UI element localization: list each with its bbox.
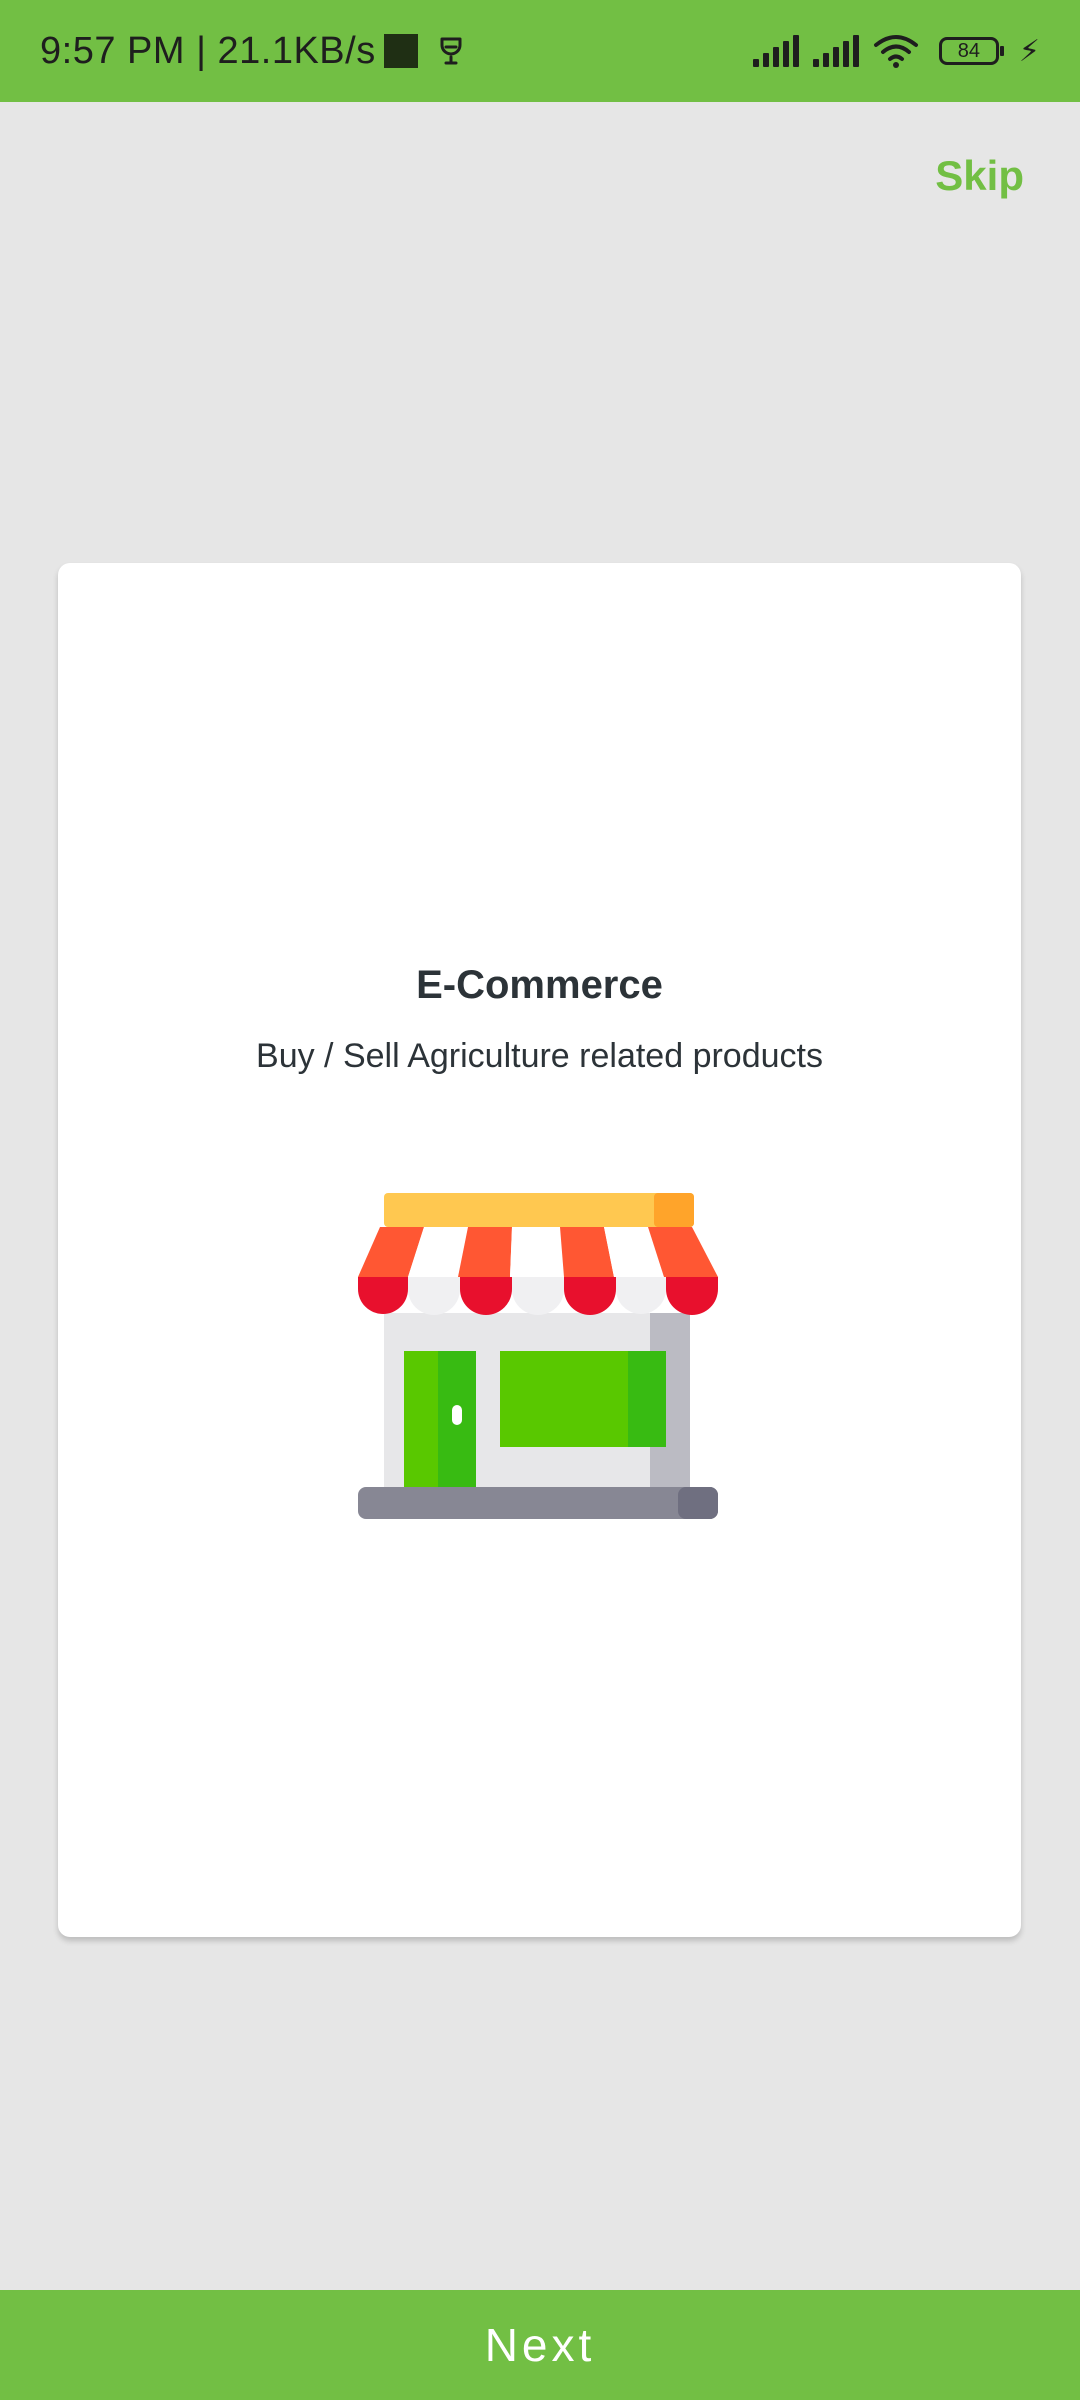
battery-icon: 84 [938,37,1004,65]
wifi-icon [873,35,918,68]
next-button[interactable]: Next [0,2290,1080,2400]
battery-level: 84 [957,39,981,62]
status-bar: 9:57 PM | 21.1KB/s 84 ⚡ [0,0,1080,102]
card-title: E-Commerce [416,963,663,1007]
signal-strength-icon-2 [812,35,859,67]
storefront-icon [358,1193,718,1519]
charging-bolt-icon: ⚡ [1018,34,1040,68]
skip-button[interactable]: Skip [935,152,1024,200]
signal-strength-icon [752,35,799,67]
onboarding-card: E-Commerce Buy / Sell Agriculture relate… [58,563,1021,1937]
status-icons: 84 ⚡ [752,33,1040,69]
status-time-speed: 9:57 PM | 21.1KB/s [40,29,376,72]
notification-square-icon [383,34,418,68]
card-subtitle: Buy / Sell Agriculture related products [256,1037,823,1075]
app-notification-icon [440,37,462,65]
